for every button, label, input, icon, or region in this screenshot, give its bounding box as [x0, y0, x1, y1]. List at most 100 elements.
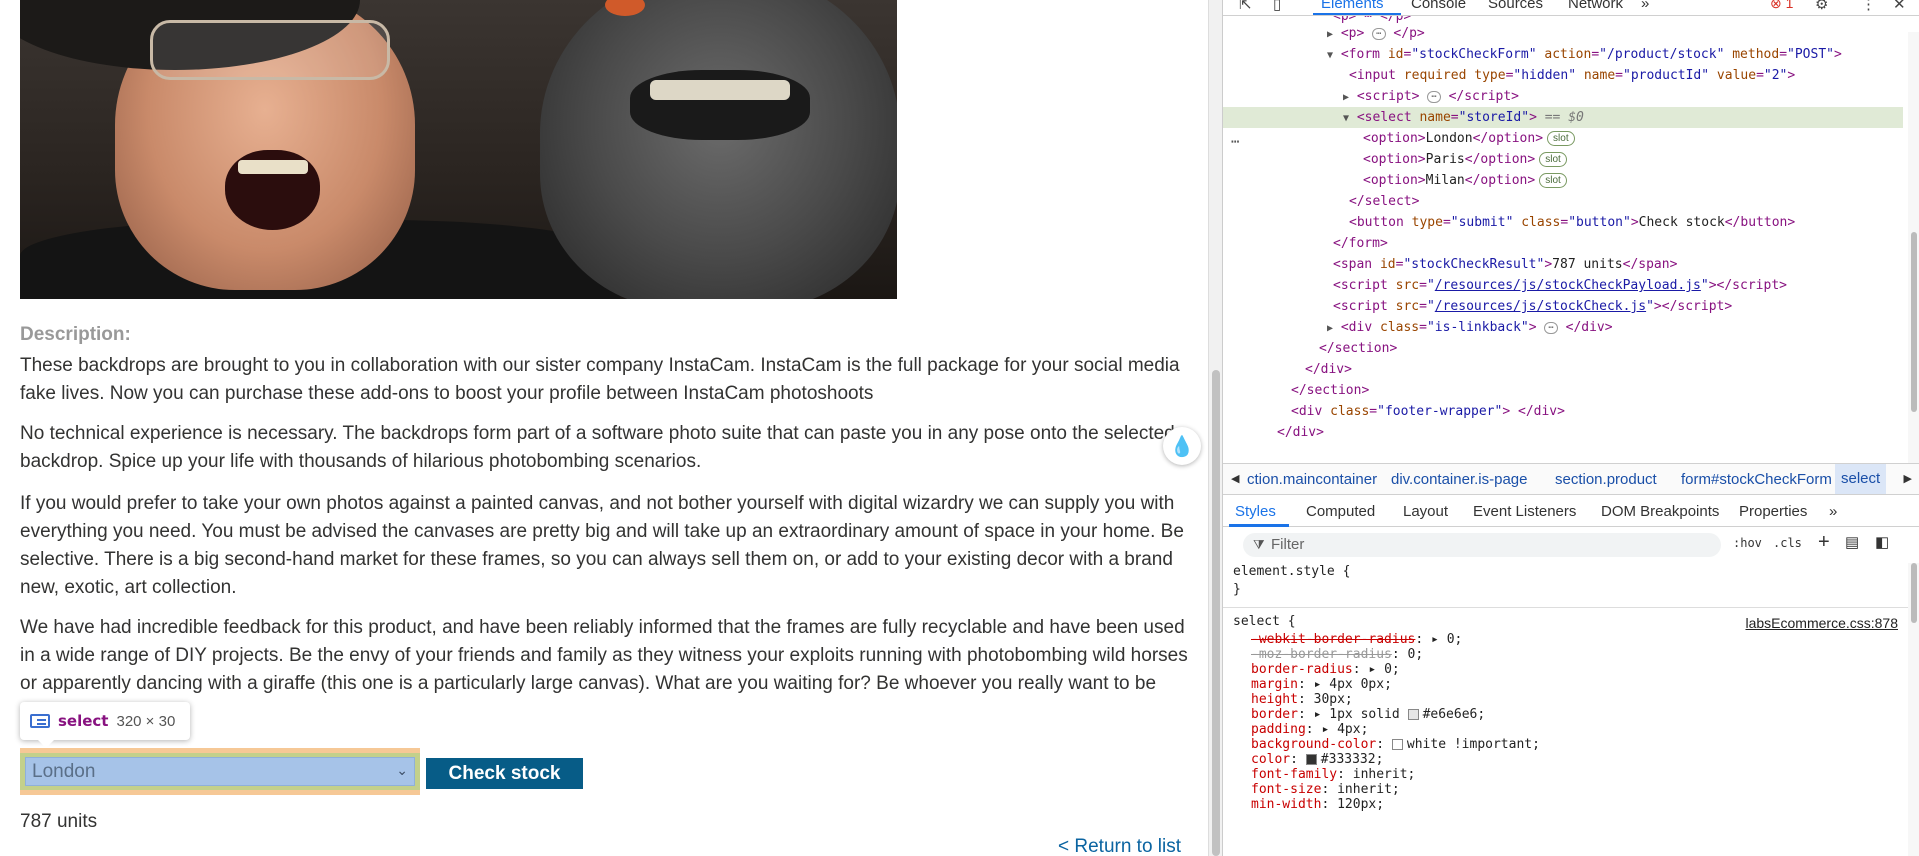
tab-computed[interactable]: Computed — [1306, 503, 1375, 520]
paint-icon[interactable]: ▤ — [1845, 533, 1859, 551]
styles-scrollbar[interactable] — [1908, 563, 1919, 856]
dom-node-input[interactable]: <input required type="hidden" name="prod… — [1223, 65, 1903, 86]
tab-properties[interactable]: Properties — [1739, 503, 1807, 520]
dom-node-close[interactable]: </div> — [1223, 359, 1903, 380]
dom-node-span[interactable]: <span id="stockCheckResult">787 units</s… — [1223, 254, 1903, 275]
css-property[interactable]: padding — [1251, 722, 1306, 737]
crumb-scroll-left-icon[interactable]: ◀ — [1231, 472, 1239, 485]
crumb-div[interactable]: div.container.is-page — [1391, 471, 1527, 488]
css-property[interactable]: font-family — [1251, 767, 1337, 782]
css-property[interactable]: font-size — [1251, 782, 1321, 797]
cls-toggle[interactable]: .cls — [1773, 536, 1802, 550]
more-tabs-icon[interactable]: » — [1641, 0, 1649, 12]
styles-scroll-thumb[interactable] — [1911, 563, 1917, 623]
css-property[interactable]: background-color — [1251, 737, 1376, 752]
kebab-menu-icon[interactable]: ⋮ — [1861, 0, 1876, 13]
error-badge[interactable]: ⊗ 1 — [1770, 0, 1793, 12]
tab-styles[interactable]: Styles — [1235, 503, 1276, 520]
dom-tree[interactable]: <p> ⋯ </p> ▶ <p> ⋯ </p> ▼ <form id="stoc… — [1223, 16, 1919, 463]
crumb-section-product[interactable]: section.product — [1555, 471, 1657, 488]
tab-layout[interactable]: Layout — [1403, 503, 1448, 520]
css-value[interactable]: 4px 0px; — [1329, 677, 1392, 692]
tab-event-listeners[interactable]: Event Listeners — [1473, 503, 1576, 520]
dom-node-close[interactable]: </section> — [1223, 380, 1903, 401]
css-value[interactable]: 30px; — [1314, 692, 1353, 707]
droplet-icon[interactable]: 💧 — [1163, 427, 1201, 465]
color-swatch[interactable] — [1407, 709, 1419, 720]
tab-sources[interactable]: Sources — [1488, 0, 1543, 12]
css-value[interactable]: inherit; — [1353, 767, 1416, 782]
css-property[interactable]: -moz-border-radius — [1251, 647, 1392, 662]
css-value[interactable]: 0; — [1408, 647, 1424, 662]
element-style-selector[interactable]: element.style { — [1233, 563, 1350, 581]
dom-node-close[interactable]: </div> — [1223, 422, 1903, 443]
product-image — [20, 0, 897, 299]
filter-input[interactable]: ⧩ Filter — [1243, 533, 1721, 557]
css-value[interactable]: 0; — [1384, 662, 1400, 677]
css-value[interactable]: white !important; — [1407, 737, 1540, 752]
dom-node-close[interactable]: </form> — [1223, 233, 1903, 254]
tab-console[interactable]: Console — [1411, 0, 1466, 12]
css-value[interactable]: #333332; — [1321, 752, 1384, 767]
new-rule-icon[interactable]: + — [1818, 531, 1830, 554]
css-value[interactable]: 0; — [1447, 632, 1463, 647]
color-swatch[interactable] — [1305, 754, 1317, 765]
dom-node-div[interactable]: ▶ <div class="is-linkback"> ⋯ </div> — [1223, 317, 1903, 338]
settings-gear-icon[interactable]: ⚙ — [1815, 0, 1828, 13]
dom-node-button[interactable]: <button type="submit" class="button">Che… — [1223, 212, 1903, 233]
stylesheet-source-link[interactable]: labsEcommerce.css:878 — [1745, 615, 1898, 631]
dom-node-option[interactable]: <option>Paris</option> slot — [1223, 149, 1903, 170]
css-property[interactable]: margin — [1251, 677, 1298, 692]
css-value[interactable]: 4px; — [1337, 722, 1368, 737]
dom-node-script[interactable]: <script src="/resources/js/stockCheckPay… — [1223, 275, 1903, 296]
description-paragraph: If you would prefer to take your own pho… — [20, 493, 1184, 598]
return-to-list-link[interactable]: < Return to list — [1058, 836, 1181, 856]
dom-node-script[interactable]: <script src="/resources/js/stockCheck.js… — [1223, 296, 1903, 317]
css-property[interactable]: height — [1251, 692, 1298, 707]
css-property[interactable]: color — [1251, 752, 1290, 767]
css-value[interactable]: 120px; — [1337, 797, 1384, 812]
node-actions-icon[interactable]: ⋯ — [1231, 134, 1239, 150]
product-page: Description: These backdrops are brought… — [0, 0, 1208, 856]
rule-selector[interactable]: select { — [1233, 613, 1296, 631]
dom-node-close[interactable]: </section> — [1223, 338, 1903, 359]
tab-elements[interactable]: Elements — [1321, 0, 1384, 12]
dom-node-option[interactable]: <option>Milan</option> slot — [1223, 170, 1903, 191]
stock-result: 787 units — [20, 811, 98, 832]
inspect-cursor-icon[interactable]: ⇱ — [1239, 0, 1252, 13]
dom-node-div[interactable]: <div class="footer-wrapper"> </div> — [1223, 401, 1903, 422]
css-value[interactable]: inherit; — [1337, 782, 1400, 797]
dom-node-close[interactable]: </select> — [1223, 191, 1903, 212]
device-toggle-icon[interactable]: ▯ — [1273, 0, 1281, 13]
sidebar-toggle-icon[interactable]: ◧ — [1875, 533, 1889, 551]
color-swatch[interactable] — [1391, 739, 1403, 750]
hov-toggle[interactable]: :hov — [1733, 536, 1762, 550]
dom-node[interactable]: ▶ <p> ⋯ </p> — [1223, 23, 1903, 44]
dom-node-select[interactable]: ▼ <select name="storeId"> == $0 — [1223, 107, 1903, 128]
css-property[interactable]: border-radius — [1251, 662, 1353, 677]
css-property[interactable]: border — [1251, 707, 1298, 722]
dom-node-script[interactable]: ▶ <script> ⋯ </script> — [1223, 86, 1903, 107]
css-declaration[interactable]: min-width: 120px; — [1251, 796, 1384, 814]
tab-dom-breakpoints[interactable]: DOM Breakpoints — [1601, 503, 1719, 520]
more-tabs-icon[interactable]: » — [1829, 503, 1837, 520]
page-scroll-thumb[interactable] — [1212, 370, 1220, 856]
css-value[interactable]: #e6e6e6; — [1423, 707, 1486, 722]
crumb-form[interactable]: form#stockCheckForm — [1681, 471, 1832, 488]
crumb-section[interactable]: ction.maincontainer — [1247, 471, 1377, 488]
dom-node-option[interactable]: <option>London</option> slot — [1223, 128, 1903, 149]
css-property[interactable]: min-width — [1251, 797, 1321, 812]
crumb-select[interactable]: select — [1835, 464, 1887, 494]
dom-node-form[interactable]: ▼ <form id="stockCheckForm" action="/pro… — [1223, 44, 1903, 65]
crumb-scroll-right-icon[interactable]: ▶ — [1904, 472, 1912, 485]
dom-tree-scroll-thumb[interactable] — [1911, 232, 1917, 412]
store-select[interactable]: London ⌄ — [25, 757, 415, 786]
page-scrollbar[interactable] — [1208, 0, 1222, 856]
image-glasses — [150, 20, 390, 80]
rule-separator — [1223, 607, 1919, 608]
dom-tree-scrollbar[interactable] — [1908, 32, 1919, 463]
close-icon[interactable]: ✕ — [1893, 0, 1906, 13]
check-stock-button[interactable]: Check stock — [426, 758, 583, 789]
tab-network[interactable]: Network — [1568, 0, 1623, 12]
css-property[interactable]: -webkit-border-radius — [1251, 632, 1415, 647]
